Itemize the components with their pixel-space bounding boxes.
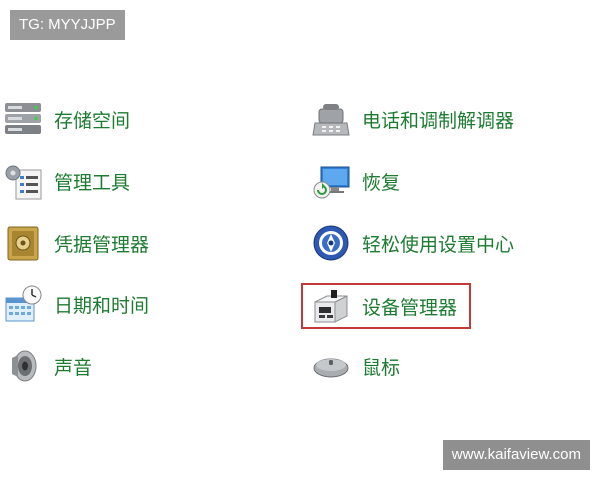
item-label: 设备管理器 bbox=[362, 296, 458, 319]
date-time-icon bbox=[2, 283, 44, 325]
item-credential-manager[interactable]: 凭据管理器 bbox=[2, 218, 149, 268]
item-label: 存储空间 bbox=[54, 109, 131, 132]
ease-of-access-icon bbox=[310, 222, 352, 264]
item-device-manager[interactable]: 设备管理器 bbox=[310, 281, 457, 331]
credential-manager-icon bbox=[2, 222, 44, 264]
item-label: 鼠标 bbox=[362, 356, 401, 379]
item-storage-spaces[interactable]: 存储空间 bbox=[2, 94, 130, 144]
phone-modem-icon bbox=[310, 98, 352, 140]
administrative-tools-icon bbox=[2, 160, 44, 202]
item-recovery[interactable]: 恢复 bbox=[310, 156, 400, 206]
item-mouse[interactable]: 鼠标 bbox=[310, 341, 400, 391]
item-date-time[interactable]: 日期和时间 bbox=[2, 279, 149, 329]
site-watermark: www.kaifaview.com bbox=[442, 440, 590, 470]
recovery-icon bbox=[310, 160, 352, 202]
storage-spaces-icon bbox=[2, 98, 44, 140]
item-ease-of-access[interactable]: 轻松使用设置中心 bbox=[310, 218, 514, 268]
item-label: 凭据管理器 bbox=[54, 233, 150, 256]
item-label: 日期和时间 bbox=[54, 294, 150, 317]
item-label: 管理工具 bbox=[54, 171, 131, 194]
device-manager-icon bbox=[310, 285, 352, 327]
item-sound[interactable]: 声音 bbox=[2, 341, 92, 391]
sound-icon bbox=[2, 345, 44, 387]
item-label: 恢复 bbox=[362, 171, 401, 194]
item-phone-modem[interactable]: 电话和调制解调器 bbox=[310, 94, 514, 144]
item-label: 轻松使用设置中心 bbox=[362, 233, 515, 256]
tg-tag: TG: MYYJJPP bbox=[10, 10, 125, 40]
mouse-icon bbox=[310, 345, 352, 387]
item-label: 电话和调制解调器 bbox=[362, 109, 515, 132]
item-label: 声音 bbox=[54, 356, 93, 379]
item-administrative-tools[interactable]: 管理工具 bbox=[2, 156, 130, 206]
